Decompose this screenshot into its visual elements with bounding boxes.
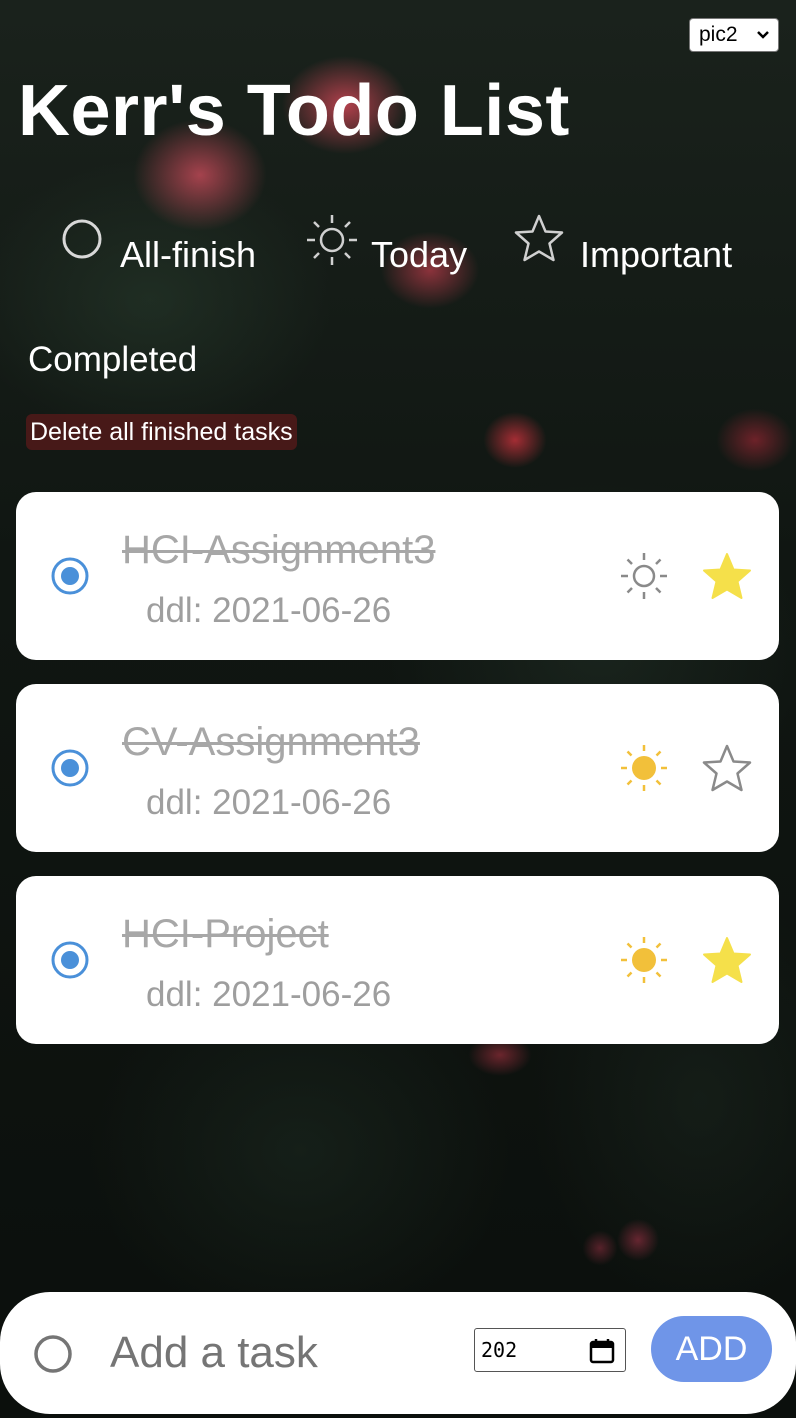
completed-check-icon[interactable]	[50, 556, 90, 601]
date-input[interactable]: 202	[474, 1328, 626, 1372]
app-title: Kerr's Todo List	[18, 71, 570, 151]
delete-finished-button[interactable]: Delete all finished tasks	[26, 414, 297, 450]
filter-today-label: Today	[371, 234, 468, 275]
sun-filled-icon[interactable]	[618, 742, 670, 799]
task-card: HCI-Project ddl: 2021-06-26	[16, 876, 779, 1044]
filter-important[interactable]: Important	[512, 212, 752, 282]
calendar-icon[interactable]	[589, 1338, 615, 1369]
star-icon[interactable]	[700, 742, 754, 801]
task-name: HCI-Assignment3	[122, 528, 436, 572]
circle-icon	[60, 217, 104, 266]
background-select[interactable]: pic2	[689, 18, 779, 52]
sun-icon	[304, 212, 360, 273]
sun-filled-icon[interactable]	[618, 934, 670, 991]
filter-important-label: Important	[580, 234, 733, 275]
add-task-input[interactable]: Add a task	[110, 1328, 318, 1378]
task-name: CV-Assignment3	[122, 720, 420, 764]
completed-check-icon[interactable]	[50, 748, 90, 793]
add-task-bar: Add a task 202 ADD	[0, 1292, 796, 1414]
circle-icon	[33, 1334, 73, 1379]
task-name: HCI-Project	[122, 912, 329, 956]
completed-check-icon[interactable]	[50, 940, 90, 985]
add-button[interactable]: ADD	[651, 1316, 772, 1382]
task-ddl: ddl: 2021-06-26	[146, 591, 392, 630]
sun-icon[interactable]	[618, 550, 670, 607]
star-filled-icon[interactable]	[700, 550, 754, 609]
star-icon	[512, 212, 566, 271]
filter-today[interactable]: Today	[304, 212, 479, 282]
star-filled-icon[interactable]	[700, 934, 754, 993]
task-ddl: ddl: 2021-06-26	[146, 975, 392, 1014]
filter-all-finish[interactable]: All-finish	[60, 212, 270, 282]
section-title: Completed	[28, 340, 198, 379]
task-card: HCI-Assignment3 ddl: 2021-06-26	[16, 492, 779, 660]
chevron-down-icon	[756, 25, 770, 50]
task-card: CV-Assignment3 ddl: 2021-06-26	[16, 684, 779, 852]
task-ddl: ddl: 2021-06-26	[146, 783, 392, 822]
background-select-value: pic2	[699, 23, 738, 46]
date-input-value: 202	[481, 1338, 518, 1362]
filter-all-finish-label: All-finish	[120, 234, 257, 275]
